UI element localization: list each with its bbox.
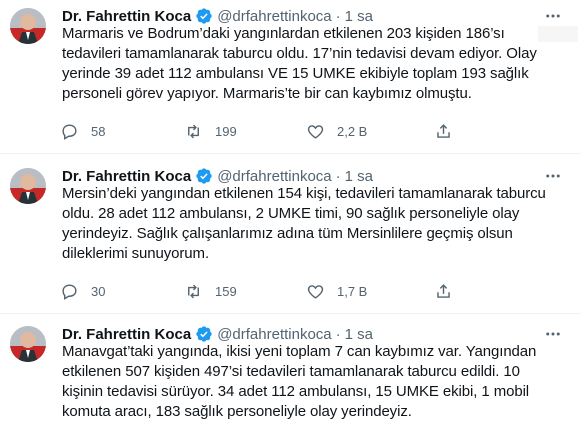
author-name[interactable]: Dr. Fahrettin Koca <box>62 168 191 185</box>
like-icon <box>307 124 324 139</box>
like-icon <box>307 284 324 299</box>
reply-button[interactable]: 58 <box>60 120 105 142</box>
share-button[interactable] <box>434 280 453 302</box>
like-count: 1,7 B <box>337 283 368 299</box>
author-handle[interactable]: @drfahrettinkoca <box>217 168 331 185</box>
tweet-actions: 58 199 2,2 B <box>56 120 516 142</box>
more-icon[interactable] <box>543 6 563 26</box>
separator-dot: · <box>335 7 341 25</box>
avatar-image <box>10 326 46 362</box>
reply-button[interactable]: 30 <box>60 280 105 302</box>
tweet[interactable]: Dr. Fahrettin Koca @drfahrettinkoca · 1 … <box>0 0 581 150</box>
timestamp[interactable]: 1 sa <box>345 326 373 343</box>
avatar[interactable] <box>10 8 46 44</box>
separator-dot: · <box>335 325 341 343</box>
divider <box>0 313 581 314</box>
author-handle[interactable]: @drfahrettinkoca <box>217 8 331 25</box>
author-name[interactable]: Dr. Fahrettin Koca <box>62 8 191 25</box>
timestamp[interactable]: 1 sa <box>345 8 373 25</box>
share-icon <box>437 283 450 298</box>
retweet-icon <box>188 284 199 298</box>
author-name[interactable]: Dr. Fahrettin Koca <box>62 326 191 343</box>
tweet-text: Manavgat’taki yangında, ikisi yeni topla… <box>62 343 537 420</box>
retweet-icon <box>188 124 199 138</box>
reply-count: 30 <box>91 283 106 299</box>
share-button[interactable] <box>434 120 453 142</box>
retweet-button[interactable]: 199 <box>184 120 237 142</box>
retweet-count: 159 <box>215 283 237 299</box>
retweet-button[interactable]: 159 <box>184 280 237 302</box>
tweet-header: Dr. Fahrettin Koca @drfahrettinkoca · 1 … <box>62 166 373 186</box>
verified-badge-icon <box>195 167 213 185</box>
avatar-image <box>10 168 46 204</box>
more-icon[interactable] <box>543 324 563 344</box>
tweet-text: Mersin’deki yangından etkilenen 154 kişi… <box>62 185 546 262</box>
tweet[interactable]: Dr. Fahrettin Koca @drfahrettinkoca · 1 … <box>0 160 581 310</box>
divider <box>0 153 581 154</box>
like-button[interactable]: 2,2 B <box>306 120 367 142</box>
author-handle[interactable]: @drfahrettinkoca <box>217 326 331 343</box>
avatar[interactable] <box>10 326 46 362</box>
retweet-count: 199 <box>215 123 237 139</box>
like-count: 2,2 B <box>337 123 368 139</box>
tweet-header: Dr. Fahrettin Koca @drfahrettinkoca · 1 … <box>62 324 373 344</box>
share-icon <box>437 123 450 138</box>
separator-dot: · <box>335 167 341 185</box>
tweet-header: Dr. Fahrettin Koca @drfahrettinkoca · 1 … <box>62 6 373 26</box>
avatar-image <box>10 8 46 44</box>
verified-badge-icon <box>195 7 213 25</box>
reply-icon <box>62 123 77 140</box>
more-icon[interactable] <box>543 166 563 186</box>
tweet-text: Marmaris ve Bodrum’daki yangınlardan etk… <box>62 25 537 102</box>
tweet-actions: 30 159 1,7 B <box>56 280 516 302</box>
avatar[interactable] <box>10 168 46 204</box>
reply-icon <box>62 283 77 300</box>
verified-badge-icon <box>195 325 213 343</box>
timestamp[interactable]: 1 sa <box>345 168 373 185</box>
like-button[interactable]: 1,7 B <box>306 280 367 302</box>
reply-count: 58 <box>91 123 106 139</box>
tweet[interactable]: Dr. Fahrettin Koca @drfahrettinkoca · 1 … <box>0 318 581 433</box>
